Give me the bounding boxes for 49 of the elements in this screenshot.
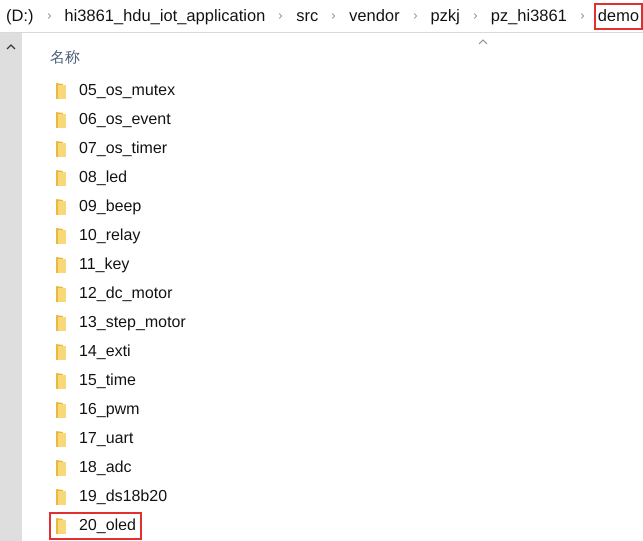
chevron-right-icon [278,11,284,21]
folder-icon [55,82,67,100]
sort-caret-icon [478,39,488,45]
folder-icon [55,140,67,158]
chevron-right-icon [331,11,336,21]
folder-item[interactable]: 06_os_event [49,106,177,134]
folder-item[interactable]: 18_adc [49,454,138,482]
folder-item[interactable]: 07_os_timer [49,135,174,163]
chevron-right-icon [472,11,478,21]
folder-item[interactable]: 10_relay [49,222,146,250]
breadcrumb-item[interactable]: src [292,2,322,30]
folder-item[interactable]: 08_led [49,164,134,192]
scroll-up-icon[interactable] [6,43,16,50]
breadcrumb-item[interactable]: (D:) [2,2,38,30]
folder-item[interactable]: 11_key [49,251,136,279]
folder-icon [55,198,67,216]
folder-icon [55,401,67,419]
chevron-right-icon [412,11,418,21]
scrollbar[interactable] [0,33,22,541]
chevron-right-icon [46,11,52,21]
folder-item[interactable]: 12_dc_motor [49,280,178,308]
breadcrumb-item[interactable]: hi3861_hdu_iot_application [60,2,270,30]
folder-item[interactable]: 05_os_mutex [49,77,182,105]
folder-item[interactable]: 09_beep [49,193,148,221]
folder-item[interactable]: 13_step_motor [49,309,192,337]
folder-icon [55,459,67,477]
column-header[interactable]: 名称 [50,48,80,67]
folder-item[interactable]: 15_time [49,367,142,395]
breadcrumb-item[interactable]: pzkj [426,2,464,30]
folder-icon [55,488,67,506]
folder-item[interactable]: 17_uart [49,425,140,453]
breadcrumb-item[interactable]: vendor [345,2,404,30]
folder-item[interactable]: 14_exti [49,338,137,366]
breadcrumb-item[interactable]: pz_hi3861 [486,2,571,30]
folder-item[interactable]: 20_oled [49,512,142,540]
folder-icon [55,227,67,245]
folder-icon [55,111,67,129]
folder-item[interactable]: 16_pwm [49,396,146,424]
folder-icon [55,256,67,274]
folder-icon [55,517,67,535]
folder-icon [55,372,67,390]
folder-icon [55,430,67,448]
folder-icon [55,343,67,361]
breadcrumb-item[interactable]: demo [594,2,643,30]
chevron-right-icon [580,11,585,21]
folder-item[interactable]: 19_ds18b20 [49,483,174,511]
folder-icon [55,169,67,187]
folder-icon [55,314,67,332]
folder-icon [55,285,67,303]
